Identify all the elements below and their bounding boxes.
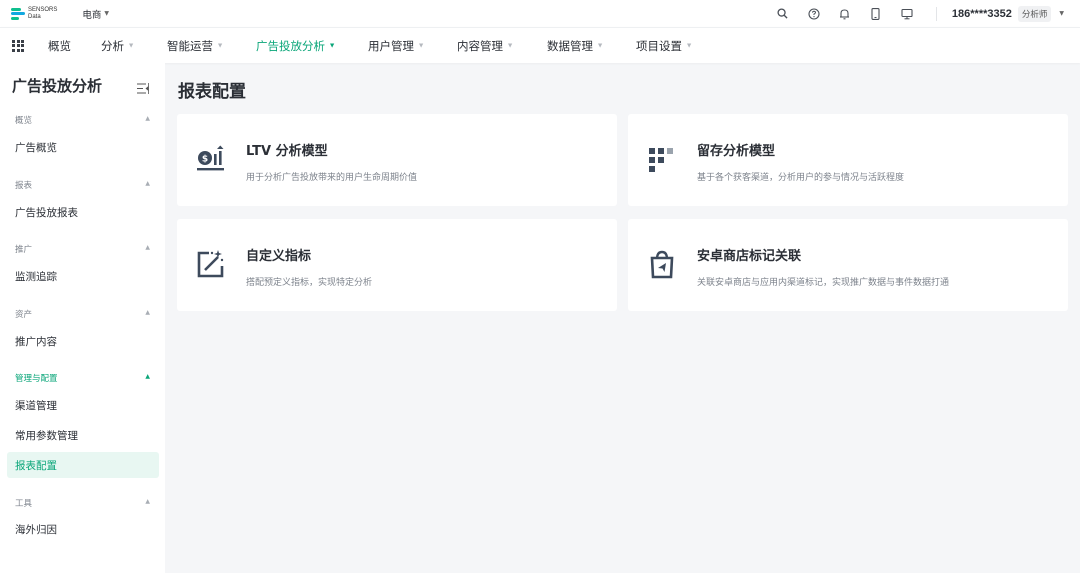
sensors-data-logo[interactable]: SENSORS Data (11, 7, 57, 21)
custom-metric-icon (195, 248, 227, 280)
brand-line2: Data (28, 13, 41, 20)
collapse-sidebar-icon[interactable] (137, 79, 149, 94)
search-icon[interactable] (776, 7, 790, 21)
chevron-up-icon: ▲ (145, 309, 150, 316)
sidebar-item-ad-report[interactable]: 广告投放报表 (7, 199, 159, 225)
android-store-icon (646, 248, 678, 280)
brand-line1: SENSORS (28, 7, 58, 13)
card-title: LTV 分析模型 (246, 144, 328, 159)
card-custom-metric[interactable]: 自定义指标 搭配预定义指标，实现特定分析 (177, 219, 617, 311)
sidebar-item-tracking[interactable]: 监测追踪 (7, 263, 159, 289)
sidebar-item-overseas-attribution[interactable]: 海外归因 (7, 516, 159, 542)
project-name: 电商 (82, 9, 102, 21)
card-retention-model[interactable]: 留存分析模型 基于各个获客渠道，分析用户的参与情况与活跃程度 (628, 114, 1068, 206)
chevron-up-icon: ▲ (145, 498, 150, 505)
card-android-store[interactable]: 安卓商店标记关联 关联安卓商店与应用内渠道标记，实现推广数据与事件数据打通 (628, 219, 1068, 311)
sidebar-group-tools[interactable]: 工具 ▲ (15, 497, 150, 509)
card-description: 用于分析广告投放带来的用户生命周期价值 (246, 173, 418, 183)
card-description: 基于各个获客渠道，分析用户的参与情况与活跃程度 (697, 173, 905, 183)
chevron-down-icon: ▼ (687, 43, 692, 49)
nav-item-user-mgmt[interactable]: 用户管理 ▼ (368, 38, 423, 54)
chevron-up-icon: ▲ (145, 373, 150, 380)
sidebar-group-overview[interactable]: 概览 ▲ (15, 114, 150, 126)
sidebar-item-report-config[interactable]: 报表配置 (7, 452, 159, 478)
card-description: 搭配预定义指标，实现特定分析 (246, 278, 373, 288)
main-nav: 概览 分析 ▼ 智能运营 ▼ 广告投放分析 ▼ 用户管理 ▼ 内容管理 ▼ 数据管理 ▼ 项… (0, 27, 1080, 63)
logo-mark-icon (11, 7, 25, 21)
bell-icon[interactable] (838, 7, 852, 21)
apps-grid-icon[interactable] (12, 39, 24, 52)
card-title: 安卓商店标记关联 (697, 249, 802, 264)
nav-item-ad-analysis[interactable]: 广告投放分析 ▼ (256, 38, 334, 54)
ltv-icon: $ (195, 143, 227, 175)
nav-item-analysis[interactable]: 分析 ▼ (101, 38, 133, 54)
caret-down-icon: ▼ (104, 10, 109, 17)
top-bar: SENSORS Data 电商 ▼ 186****3352 分析师 ▼ (0, 0, 1080, 27)
user-phone[interactable]: 186****3352 (952, 8, 1012, 20)
chevron-up-icon: ▲ (145, 115, 150, 122)
chevron-down-icon: ▼ (419, 43, 424, 49)
sidebar-item-param-mgmt[interactable]: 常用参数管理 (7, 422, 159, 448)
nav-item-data-mgmt[interactable]: 数据管理 ▼ (547, 38, 602, 54)
chevron-down-icon: ▼ (330, 43, 335, 49)
chevron-up-icon: ▲ (145, 244, 150, 251)
sidebar-group-management[interactable]: 管理与配置 ▲ (15, 372, 150, 384)
divider (935, 6, 937, 21)
chevron-down-icon: ▼ (218, 43, 223, 49)
sidebar-item-ad-overview[interactable]: 广告概览 (7, 134, 159, 160)
sidebar-title: 广告投放分析 (12, 77, 103, 95)
help-icon[interactable] (807, 7, 821, 21)
retention-icon (646, 143, 678, 175)
chevron-down-icon: ▼ (508, 43, 513, 49)
mobile-icon[interactable] (869, 7, 883, 21)
role-badge: 分析师 (1017, 5, 1052, 22)
sidebar-group-reports[interactable]: 报表 ▲ (15, 179, 150, 191)
project-switcher[interactable]: 电商 ▼ (82, 7, 109, 21)
user-menu-caret-icon[interactable]: ▼ (1059, 10, 1064, 17)
card-title: 留存分析模型 (697, 144, 776, 159)
nav-item-content-mgmt[interactable]: 内容管理 ▼ (457, 38, 512, 54)
chevron-down-icon: ▼ (598, 43, 603, 49)
nav-item-overview[interactable]: 概览 (48, 38, 71, 54)
sidebar-item-channel-mgmt[interactable]: 渠道管理 (7, 392, 159, 418)
card-title: 自定义指标 (246, 249, 312, 264)
sidebar-item-promo-content[interactable]: 推广内容 (7, 328, 159, 354)
sidebar: 广告投放分析 概览 ▲ 广告概览 报表 ▲ 广告投放报表 推广 ▲ 监测追踪 资产 ▲ … (0, 63, 165, 573)
card-ltv-model[interactable]: $ LTV 分析模型 用于分析广告投放带来的用户生命周期价值 (177, 114, 617, 206)
svg-text:$: $ (202, 155, 208, 165)
sidebar-group-assets[interactable]: 资产 ▲ (15, 308, 150, 320)
card-description: 关联安卓商店与应用内渠道标记，实现推广数据与事件数据打通 (697, 278, 950, 288)
chevron-up-icon: ▲ (145, 180, 150, 187)
sidebar-group-promotion[interactable]: 推广 ▲ (15, 243, 150, 255)
page-title: 报表配置 (178, 82, 246, 102)
monitor-icon[interactable] (900, 7, 914, 21)
nav-item-project-settings[interactable]: 项目设置 ▼ (636, 38, 691, 54)
chevron-down-icon: ▼ (129, 43, 134, 49)
nav-item-smart-ops[interactable]: 智能运营 ▼ (167, 38, 222, 54)
